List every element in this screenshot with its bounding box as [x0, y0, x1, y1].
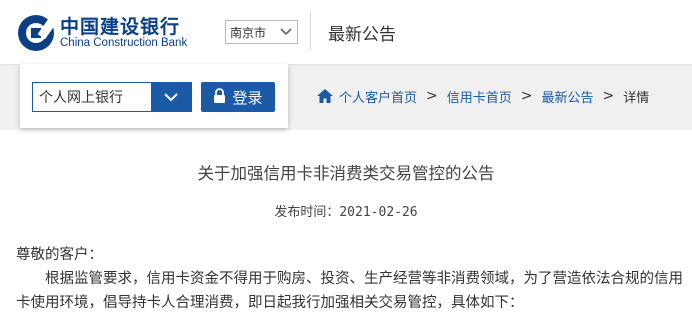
city-select[interactable]: 南京市 [225, 20, 298, 44]
login-panel: 个人网上银行 登录 [20, 64, 288, 128]
chevron-down-icon[interactable] [151, 83, 191, 111]
breadcrumb-credit-card-home[interactable]: 信用卡首页 [447, 87, 512, 106]
breadcrumb: 个人客户首页 > 信用卡首页 > 最新公告 > 详情 [316, 85, 649, 107]
breadcrumb-separator: > [426, 88, 438, 104]
breadcrumb-separator: > [602, 88, 615, 104]
site-header: 中国建设银行 China Construction Bank 南京市 最新公告 [0, 0, 692, 64]
city-select-value: 南京市 [230, 25, 267, 40]
breadcrumb-separator: > [520, 88, 533, 104]
breadcrumb-latest-notices[interactable]: 最新公告 [542, 87, 594, 106]
article-date-label: 发布时间： [274, 205, 340, 220]
article-title: 关于加强信用卡非消费类交易管控的公告 [197, 164, 495, 183]
breadcrumb-current: 详情 [623, 90, 650, 106]
login-button[interactable]: 登录 [201, 82, 275, 112]
chevron-down-icon [275, 21, 297, 43]
ccb-logo-icon[interactable] [16, 13, 56, 53]
article-date-value: 2021-02-26 [339, 205, 418, 220]
online-banking-select-value: 个人网上银行 [39, 90, 123, 106]
article-paragraph: 根据监管要求，信用卡资金不得用于购房、投资、生产经营等非消费领域，为了营造依法合… [16, 271, 683, 311]
online-banking-select[interactable]: 个人网上银行 [32, 82, 192, 112]
home-icon[interactable] [316, 88, 334, 104]
page-title: 最新公告 [328, 25, 396, 45]
article-greeting: 尊敬的客户： [16, 247, 103, 263]
lock-icon [213, 87, 226, 107]
login-button-label: 登录 [232, 88, 263, 107]
brand-name-cn[interactable]: 中国建设银行 [60, 12, 180, 39]
article-date: 发布时间：2021-02-26 [0, 201, 692, 220]
article-body: 尊敬的客户： 根据监管要求，信用卡资金不得用于购房、投资、生产经营等非消费领域，… [16, 243, 684, 315]
brand-name-en[interactable]: China Construction Bank [60, 37, 187, 49]
header-divider [310, 12, 311, 50]
breadcrumb-personal-home[interactable]: 个人客户首页 [339, 87, 417, 106]
